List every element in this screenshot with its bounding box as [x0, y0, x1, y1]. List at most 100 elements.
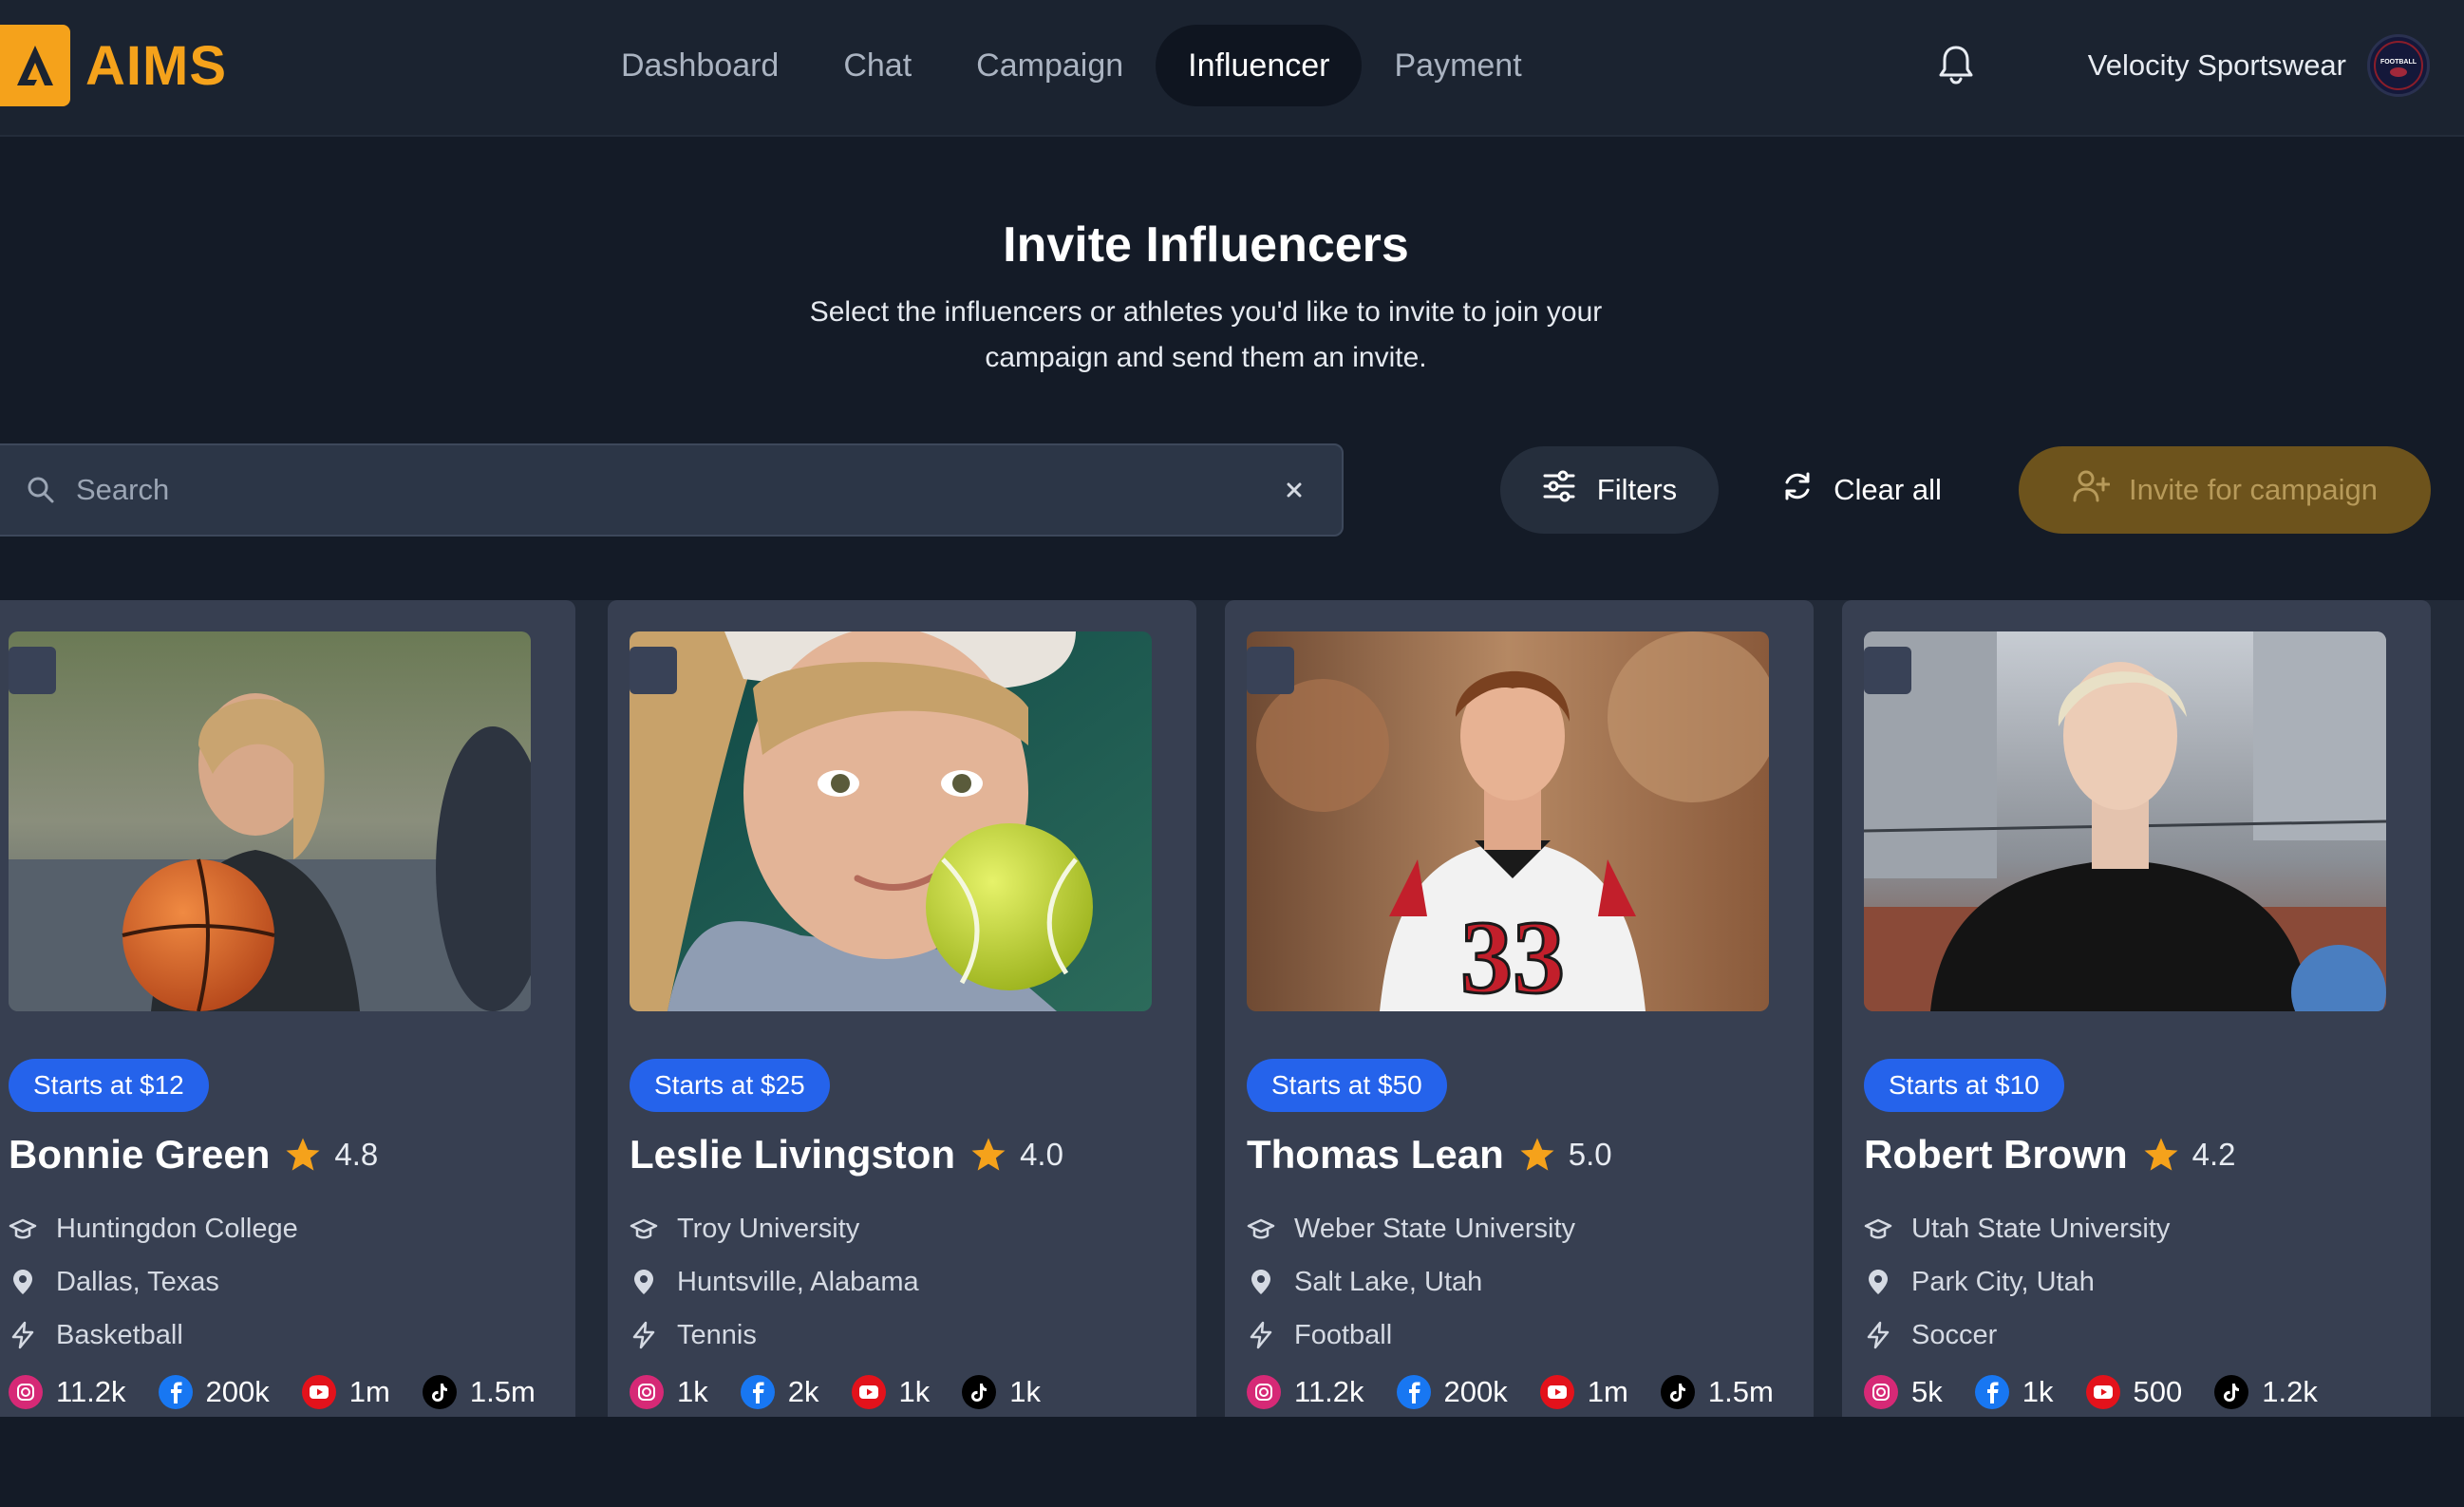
- influencer-card[interactable]: Starts at $12 Bonnie Green 4.8 Huntingdo…: [0, 600, 575, 1417]
- tiktok-count: 1.5m: [469, 1375, 536, 1408]
- lightning-icon: [1250, 1321, 1272, 1349]
- aims-logo-icon: [0, 25, 70, 106]
- price-badge: Starts at $25: [630, 1059, 830, 1112]
- influencer-card[interactable]: 33 Starts at $50 Thomas Lean 5.0 Weber S…: [1225, 600, 1814, 1417]
- nav-chat[interactable]: Chat: [811, 25, 944, 106]
- invite-for-campaign-button[interactable]: Invite for campaign: [2019, 446, 2431, 534]
- influencer-card[interactable]: Starts at $10 Robert Brown 4.2 Utah Stat…: [1842, 600, 2431, 1417]
- select-checkbox[interactable]: [1247, 647, 1294, 694]
- instagram-icon: [1864, 1375, 1898, 1409]
- brand-logo[interactable]: AIMS: [0, 25, 227, 106]
- facebook-count: 1k: [2022, 1375, 2054, 1408]
- location: Dallas, Texas: [56, 1266, 219, 1297]
- location: Park City, Utah: [1911, 1266, 2095, 1297]
- instagram-count: 5k: [1911, 1375, 1943, 1408]
- clear-all-button[interactable]: Clear all: [1766, 446, 1956, 534]
- youtube-count: 1m: [348, 1375, 390, 1408]
- school: Weber State University: [1294, 1213, 1576, 1244]
- select-checkbox[interactable]: [1864, 647, 1911, 694]
- star-icon: [2144, 1138, 2178, 1171]
- location-pin-icon: [13, 1270, 32, 1294]
- youtube-count: 500: [2133, 1375, 2183, 1408]
- facebook-icon: [740, 1375, 775, 1409]
- main-nav: Dashboard Chat Campaign Influencer Payme…: [589, 25, 1554, 106]
- select-checkbox[interactable]: [630, 647, 677, 694]
- account-name: Velocity Sportswear: [2087, 48, 2346, 82]
- instagram-icon: [630, 1375, 664, 1409]
- select-checkbox[interactable]: [9, 647, 56, 694]
- star-icon: [1520, 1138, 1554, 1171]
- social-stats: 5k 1k 500 1.2k: [1864, 1371, 2350, 1413]
- graduation-cap-icon: [1247, 1218, 1275, 1239]
- tiktok-icon: [2214, 1375, 2249, 1409]
- influencer-name: Thomas Lean: [1247, 1132, 1504, 1177]
- sport: Football: [1294, 1319, 1393, 1350]
- nav-campaign[interactable]: Campaign: [944, 25, 1156, 106]
- school: Troy University: [677, 1213, 860, 1244]
- facebook-count: 2k: [787, 1375, 819, 1408]
- avatar[interactable]: FOOTBALL: [2367, 34, 2430, 97]
- influencer-photo: 33: [1247, 631, 1769, 1011]
- location-pin-icon: [1869, 1270, 1888, 1294]
- social-stats: 11.2k 200k 1m 1.5m: [9, 1371, 568, 1413]
- rating-value: 4.2: [2191, 1137, 2236, 1172]
- tiktok-count: 1k: [1009, 1375, 1041, 1408]
- influencer-photo: [630, 631, 1152, 1011]
- price-badge: Starts at $12: [9, 1059, 209, 1112]
- brand-name: AIMS: [85, 34, 227, 97]
- page-title: Invite Influencers: [1003, 217, 1409, 273]
- facebook-icon: [1396, 1375, 1431, 1409]
- avatar-text: FOOTBALL: [2380, 59, 2417, 66]
- instagram-icon: [9, 1375, 43, 1409]
- lightning-icon: [632, 1321, 655, 1349]
- graduation-cap-icon: [1864, 1218, 1892, 1239]
- tiktok-count: 1.2k: [2262, 1375, 2318, 1408]
- tiktok-icon: [422, 1375, 457, 1409]
- svg-text:33: 33: [1460, 899, 1565, 1011]
- nav-payment[interactable]: Payment: [1362, 25, 1553, 106]
- location-pin-icon: [634, 1270, 653, 1294]
- account-menu[interactable]: Velocity Sportswear FOOTBALL: [2088, 30, 2430, 101]
- page-footer-area: [0, 1417, 2464, 1507]
- influencer-name: Robert Brown: [1864, 1132, 2128, 1177]
- facebook-icon: [1974, 1375, 2009, 1409]
- school: Utah State University: [1911, 1213, 2171, 1244]
- sport: Tennis: [677, 1319, 757, 1350]
- facebook-count: 200k: [205, 1375, 270, 1408]
- search-input[interactable]: [76, 462, 1275, 518]
- youtube-count: 1k: [898, 1375, 931, 1408]
- social-stats: 1k 2k 1k 1k: [630, 1371, 1073, 1413]
- add-user-icon: [2072, 469, 2111, 511]
- tiktok-icon: [962, 1375, 997, 1409]
- filters-button[interactable]: Filters: [1500, 446, 1719, 534]
- influencer-photo: [1864, 631, 2386, 1011]
- sport: Basketball: [56, 1319, 183, 1350]
- location: Salt Lake, Utah: [1294, 1266, 1483, 1297]
- page-subtitle: Select the influencers or athletes you'd…: [809, 296, 1603, 373]
- rating-value: 5.0: [1568, 1137, 1612, 1172]
- search-icon: [25, 474, 57, 506]
- lightning-icon: [1867, 1321, 1890, 1349]
- search-bar: [0, 443, 1344, 537]
- instagram-count: 11.2k: [1294, 1375, 1364, 1408]
- instagram-count: 1k: [677, 1375, 708, 1408]
- influencer-name: Leslie Livingston: [630, 1132, 956, 1177]
- invite-for-campaign-label: Invite for campaign: [2129, 473, 2378, 506]
- top-navigation-bar: AIMS Dashboard Chat Campaign Influencer …: [0, 0, 2464, 137]
- instagram-icon: [1247, 1375, 1281, 1409]
- tiktok-icon: [1660, 1375, 1695, 1409]
- influencer-card[interactable]: Starts at $25 Leslie Livingston 4.0 Troy…: [608, 600, 1196, 1417]
- notification-bell-icon[interactable]: [1937, 44, 1975, 85]
- facebook-icon: [158, 1375, 193, 1409]
- filters-icon: [1542, 469, 1576, 511]
- school: Huntingdon College: [56, 1213, 298, 1244]
- lightning-icon: [11, 1321, 34, 1349]
- social-stats: 11.2k 200k 1m 1.5m: [1247, 1371, 1806, 1413]
- youtube-count: 1m: [1587, 1375, 1628, 1408]
- youtube-icon: [2085, 1375, 2120, 1409]
- refresh-icon: [1780, 469, 1815, 511]
- clear-search-icon[interactable]: [1275, 471, 1313, 509]
- nav-dashboard[interactable]: Dashboard: [589, 25, 811, 106]
- price-badge: Starts at $10: [1864, 1059, 2064, 1112]
- nav-influencer[interactable]: Influencer: [1156, 25, 1363, 106]
